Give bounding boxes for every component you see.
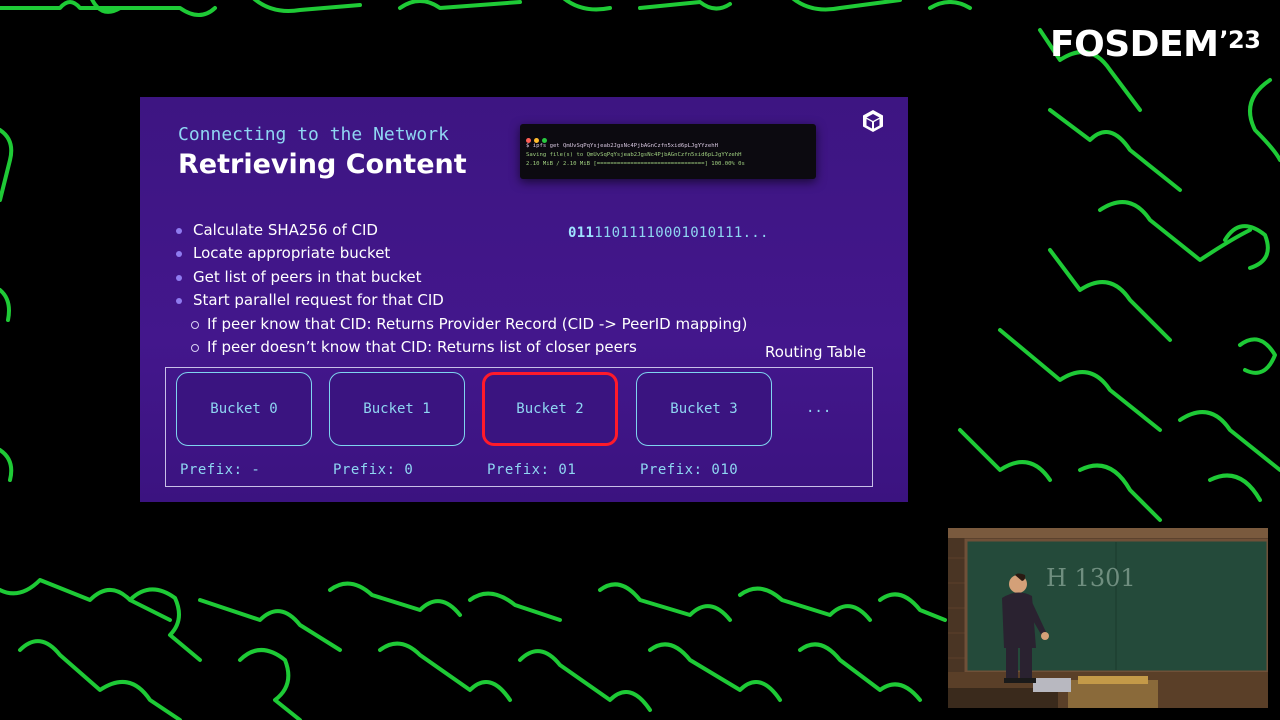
bucket-2-selected: Bucket 2 <box>482 372 618 446</box>
bucket-3: Bucket 3 <box>636 372 772 446</box>
terminal-output-2: 2.10 MiB / 2.10 MiB [===================… <box>526 161 745 167</box>
bucket-3-prefix: Prefix: 010 <box>640 462 739 478</box>
slide-title: Retrieving Content <box>178 149 467 180</box>
bits-prefix-highlight: 011 <box>568 225 595 241</box>
bucket-0-prefix: Prefix: - <box>180 462 261 478</box>
speaker-camera-feed: H 1301 <box>948 528 1268 708</box>
routing-table-label: Routing Table <box>765 343 867 361</box>
slide-subtitle: Connecting to the Network <box>178 124 449 145</box>
terminal-command: $ ipfs get QmUvSqPqYsjeab2JgsNc4PjbAGnCz… <box>526 143 718 149</box>
bucket-2-prefix: Prefix: 01 <box>487 462 577 478</box>
presentation-slide: Connecting to the Network Retrieving Con… <box>140 97 908 502</box>
hash-bits: 01111011110001010111... <box>568 225 769 241</box>
bucket-0: Bucket 0 <box>176 372 312 446</box>
speaker-video-frame: H 1301 <box>948 528 1268 708</box>
bucket-1: Bucket 1 <box>329 372 465 446</box>
fosdem-logo: FOSDEM’23 <box>1050 20 1261 65</box>
logo-year: ’23 <box>1219 26 1261 54</box>
bits-rest: 11011110001010111... <box>594 225 769 241</box>
terminal-output-1: Saving file(s) to QmUvSqPqYsjeab2JgsNc4P… <box>526 152 742 158</box>
ipfs-cube-icon <box>863 110 883 132</box>
board-text: H 1301 <box>1046 564 1136 592</box>
more-buckets-ellipsis: ... <box>806 400 832 416</box>
bucket-1-prefix: Prefix: 0 <box>333 462 414 478</box>
logo-text: FOSDEM <box>1050 24 1219 65</box>
terminal-window: $ ipfs get QmUvSqPqYsjeab2JgsNc4PjbAGnCz… <box>520 124 816 179</box>
